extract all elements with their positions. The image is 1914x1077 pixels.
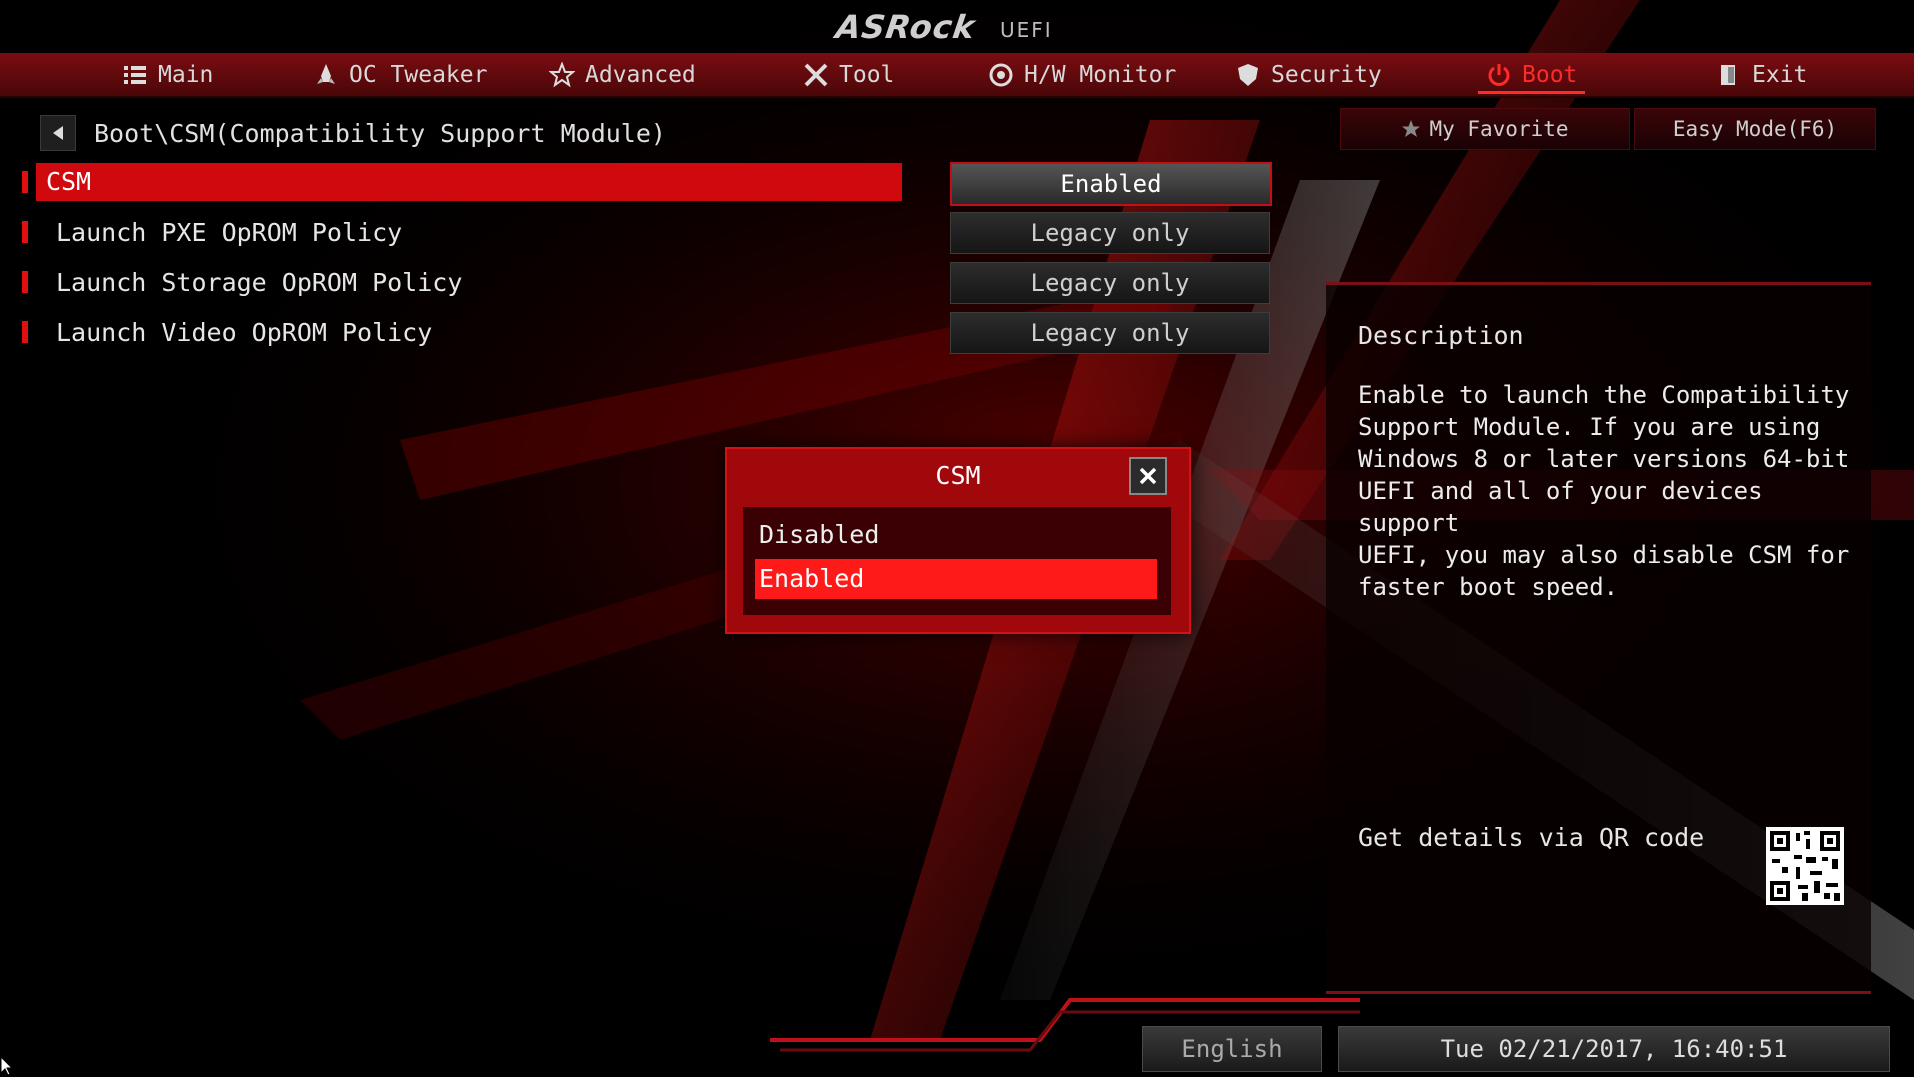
qr-code-icon[interactable] [1766, 827, 1844, 905]
tab-exit[interactable]: Exit [1716, 53, 1807, 96]
uefi-label: UEFI [1000, 18, 1053, 42]
back-button[interactable] [40, 115, 76, 151]
power-icon [1488, 63, 1510, 86]
list-icon [124, 65, 146, 84]
setting-label: Launch Video OpROM Policy [56, 317, 433, 347]
row-marker [22, 221, 28, 243]
description-title: Description [1358, 321, 1524, 350]
rocket-icon [317, 63, 335, 84]
easy-mode-button[interactable]: Easy Mode(F6) [1634, 108, 1876, 150]
mouse-cursor-icon [0, 1056, 14, 1076]
language-button[interactable]: English [1142, 1026, 1322, 1072]
back-arrow-icon [53, 126, 63, 140]
shield-icon [1238, 63, 1258, 86]
video-oprom-value-dropdown[interactable]: Legacy only [950, 312, 1270, 354]
tab-main-label: Main [158, 61, 214, 88]
exit-icon [1721, 64, 1735, 85]
easy-mode-label: Easy Mode(F6) [1672, 117, 1838, 141]
description-panel: Description Enable to launch the Compati… [1326, 282, 1871, 994]
option-disabled[interactable]: Disabled [755, 515, 1157, 555]
pxe-oprom-value-dropdown[interactable]: Legacy only [950, 212, 1270, 254]
star-icon [549, 61, 575, 87]
tab-hw-monitor-label: H/W Monitor [1024, 61, 1177, 88]
setting-label: CSM [35, 163, 902, 201]
tab-security-label: Security [1271, 61, 1382, 88]
setting-row-video-oprom[interactable]: Launch Video OpROM Policy [22, 313, 902, 351]
close-icon [1139, 467, 1157, 485]
setting-row-storage-oprom[interactable]: Launch Storage OpROM Policy [22, 263, 902, 301]
tab-tool-label: Tool [839, 61, 895, 88]
setting-label: Launch PXE OpROM Policy [56, 217, 403, 247]
description-body: Enable to launch the Compatibility Suppo… [1358, 381, 1850, 601]
asrock-logo: ASRock [833, 8, 978, 46]
tab-tool[interactable]: Tool [803, 53, 894, 96]
dialog-close-button[interactable] [1129, 457, 1167, 495]
csm-select-dialog: CSM Disabled Enabled [725, 447, 1191, 634]
csm-value-dropdown[interactable]: Enabled [950, 162, 1272, 206]
tab-exit-label: Exit [1752, 61, 1808, 88]
my-favorite-button[interactable]: My Favorite [1340, 108, 1630, 150]
breadcrumb-path: Boot\CSM(Compatibility Support Module) [94, 118, 666, 148]
storage-oprom-value-dropdown[interactable]: Legacy only [950, 262, 1270, 304]
my-favorite-label: My Favorite [1429, 117, 1569, 141]
tab-boot[interactable]: Boot [1477, 53, 1586, 96]
row-marker [22, 271, 28, 293]
setting-label: Launch Storage OpROM Policy [56, 267, 463, 297]
row-marker [22, 321, 28, 343]
setting-row-csm[interactable]: CSM [22, 163, 902, 201]
star-icon [1402, 120, 1421, 137]
top-navigation: Main OC Tweaker Advanced Tool H/W Monito… [0, 53, 1914, 98]
tab-security[interactable]: Security [1235, 53, 1382, 96]
dialog-title: CSM [935, 461, 981, 490]
tab-advanced-label: Advanced [585, 61, 696, 88]
option-enabled[interactable]: Enabled [755, 559, 1157, 599]
qr-label: Get details via QR code [1358, 823, 1705, 852]
tab-hw-monitor[interactable]: H/W Monitor [988, 53, 1176, 96]
tab-advanced[interactable]: Advanced [549, 53, 696, 96]
breadcrumb: Boot\CSM(Compatibility Support Module) [40, 115, 666, 151]
setting-row-pxe-oprom[interactable]: Launch PXE OpROM Policy [22, 213, 902, 251]
dialog-option-list: Disabled Enabled [743, 507, 1171, 615]
tools-icon [804, 63, 828, 86]
datetime-display: Tue 02/21/2017, 16:40:51 [1338, 1026, 1890, 1072]
tab-oc-tweaker-label: OC Tweaker [349, 61, 488, 88]
tab-oc-tweaker[interactable]: OC Tweaker [313, 53, 487, 96]
monitor-icon [989, 63, 1013, 86]
tab-boot-label: Boot [1522, 61, 1578, 88]
tab-main[interactable]: Main [122, 53, 213, 96]
row-marker [22, 171, 28, 193]
